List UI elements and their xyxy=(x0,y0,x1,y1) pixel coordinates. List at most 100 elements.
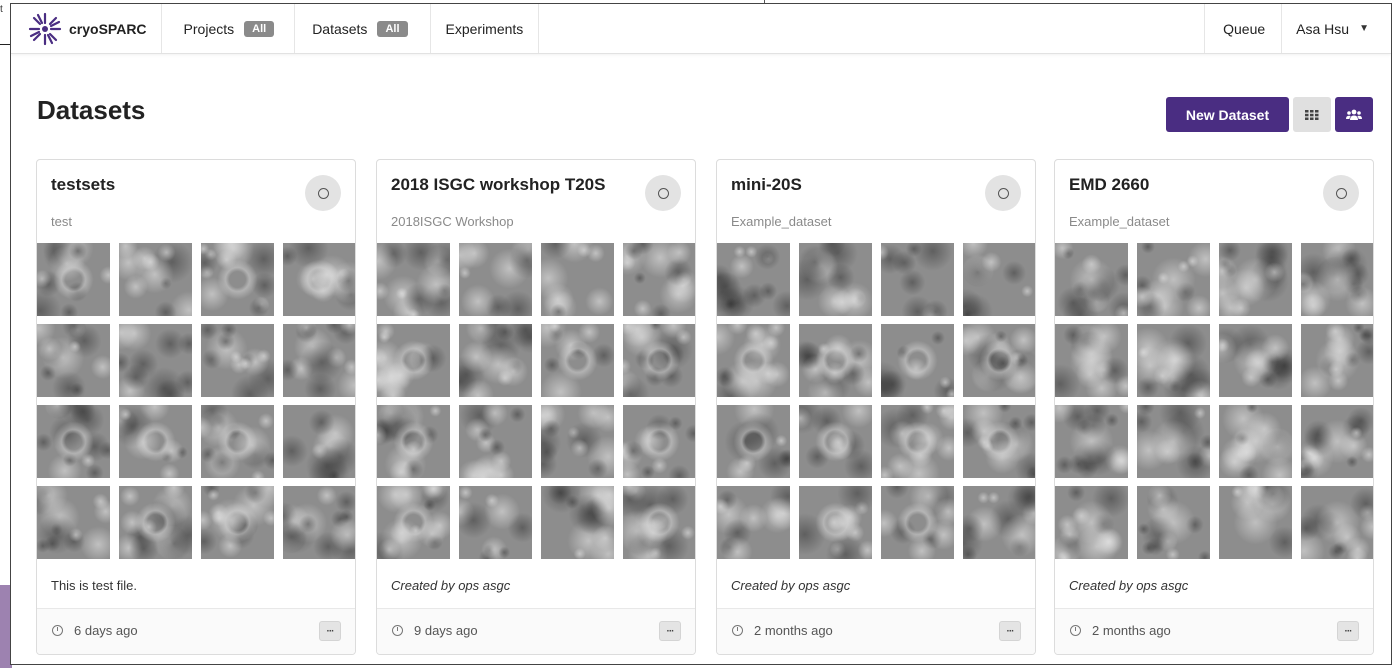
top-navbar: cryoSPARC Projects All Datasets All Expe… xyxy=(11,4,1391,54)
particle-thumbnail-image xyxy=(963,324,1035,397)
particle-thumbnail-image xyxy=(963,405,1035,478)
particle-thumbnail-image xyxy=(119,324,192,397)
particle-thumbnail-image xyxy=(541,324,614,397)
particle-thumbnail-image xyxy=(201,243,274,316)
particle-thumbnails xyxy=(377,243,695,561)
particle-thumbnail-image xyxy=(1055,486,1128,559)
card-subtitle: test xyxy=(51,214,72,229)
particle-thumbnail-image xyxy=(201,405,274,478)
particle-thumbnail-image xyxy=(1219,405,1292,478)
card-time: 6 days ago xyxy=(74,623,138,638)
datasets-all-badge[interactable]: All xyxy=(377,20,408,37)
particle-thumbnail-image xyxy=(119,486,192,559)
particle-thumbnail-image xyxy=(717,486,790,559)
particle-thumbnail-image xyxy=(1137,405,1210,478)
nav-queue-label: Queue xyxy=(1223,20,1266,37)
particle-thumbnail-image xyxy=(717,405,790,478)
grid-view-button[interactable] xyxy=(1293,97,1331,132)
particle-thumbnail-image xyxy=(1219,324,1292,397)
card-title[interactable]: 2018 ISGC workshop T20S xyxy=(391,175,605,195)
card-description: This is test file. xyxy=(51,578,137,593)
particle-thumbnail-image xyxy=(799,486,872,559)
particle-thumbnail-image xyxy=(1055,243,1128,316)
circle-icon xyxy=(657,187,669,199)
status-button[interactable] xyxy=(645,175,681,211)
clock-icon xyxy=(732,625,743,636)
particle-thumbnail-image xyxy=(459,324,532,397)
projects-all-badge[interactable]: All xyxy=(244,20,275,37)
status-button[interactable] xyxy=(985,175,1021,211)
particle-thumbnail-image xyxy=(541,486,614,559)
particle-thumbnail-image xyxy=(459,486,532,559)
card-title[interactable]: EMD 2660 xyxy=(1069,175,1149,195)
particle-thumbnails xyxy=(1055,243,1373,561)
particle-thumbnail-image xyxy=(881,405,954,478)
card-time: 2 months ago xyxy=(754,623,833,638)
particle-thumbnail-image xyxy=(459,243,532,316)
nav-datasets[interactable]: Datasets All xyxy=(295,4,431,53)
particle-thumbnail-image xyxy=(1055,405,1128,478)
group-view-button[interactable] xyxy=(1335,97,1373,132)
particle-thumbnail-image xyxy=(377,486,450,559)
particle-thumbnail-image xyxy=(717,324,790,397)
particle-thumbnail-image xyxy=(201,324,274,397)
status-button[interactable] xyxy=(305,175,341,211)
card-title[interactable]: mini-20S xyxy=(731,175,802,195)
particle-thumbnail-image xyxy=(799,405,872,478)
nav-projects-label: Projects xyxy=(183,20,235,37)
nav-experiments[interactable]: Experiments xyxy=(431,4,540,53)
clock-icon xyxy=(1070,625,1081,636)
particle-thumbnail-image xyxy=(283,405,355,478)
particle-thumbnail-image xyxy=(541,405,614,478)
card-description: Created by ops asgc xyxy=(391,578,511,593)
particle-thumbnail-image xyxy=(623,243,695,316)
particle-thumbnail-image xyxy=(37,324,110,397)
more-options-button[interactable]: ··· xyxy=(999,621,1021,641)
brand-link[interactable]: cryoSPARC xyxy=(11,4,162,53)
particle-thumbnail-image xyxy=(963,243,1035,316)
card-footer: 2 months ago ··· xyxy=(1055,608,1373,654)
more-options-button[interactable]: ··· xyxy=(659,621,681,641)
circle-icon xyxy=(1335,187,1347,199)
brand-name: cryoSPARC xyxy=(69,20,147,37)
circle-icon xyxy=(317,187,329,199)
circle-icon xyxy=(997,187,1009,199)
particle-thumbnails xyxy=(37,243,355,561)
particle-thumbnail-image xyxy=(963,486,1035,559)
particle-thumbnail-image xyxy=(37,243,110,316)
nav-experiments-label: Experiments xyxy=(445,20,524,37)
particle-thumbnails xyxy=(717,243,1035,561)
app-window: cryoSPARC Projects All Datasets All Expe… xyxy=(10,3,1392,665)
card-time: 2 months ago xyxy=(1092,623,1171,638)
more-options-button[interactable]: ··· xyxy=(319,621,341,641)
user-menu[interactable]: Asa Hsu ▼ xyxy=(1281,4,1391,53)
particle-thumbnail-image xyxy=(717,243,790,316)
nav-queue[interactable]: Queue xyxy=(1204,4,1281,53)
dataset-card[interactable]: mini-20S Example_dataset Created by ops … xyxy=(716,159,1036,655)
users-icon xyxy=(1346,109,1362,120)
particle-thumbnail-image xyxy=(881,324,954,397)
new-dataset-button[interactable]: New Dataset xyxy=(1166,97,1289,132)
particle-thumbnail-image xyxy=(541,243,614,316)
particle-thumbnail-image xyxy=(1219,243,1292,316)
card-subtitle: Example_dataset xyxy=(1069,214,1170,229)
particle-thumbnail-image xyxy=(799,243,872,316)
status-button[interactable] xyxy=(1323,175,1359,211)
particle-thumbnail-image xyxy=(623,405,695,478)
card-title[interactable]: testsets xyxy=(51,175,115,195)
more-options-button[interactable]: ··· xyxy=(1337,621,1359,641)
dataset-card[interactable]: 2018 ISGC workshop T20S 2018ISGC Worksho… xyxy=(376,159,696,655)
particle-thumbnail-image xyxy=(1137,486,1210,559)
particle-thumbnail-image xyxy=(1301,405,1373,478)
chevron-down-icon: ▼ xyxy=(1359,23,1369,34)
particle-thumbnail-image xyxy=(119,405,192,478)
particle-thumbnail-image xyxy=(377,324,450,397)
particle-thumbnail-image xyxy=(37,405,110,478)
dataset-card[interactable]: testsets test This is test file. 6 days … xyxy=(36,159,356,655)
dataset-card[interactable]: EMD 2660 Example_dataset Created by ops … xyxy=(1054,159,1374,655)
particle-thumbnail-image xyxy=(623,324,695,397)
nav-projects[interactable]: Projects All xyxy=(162,4,296,53)
particle-thumbnail-image xyxy=(119,243,192,316)
particle-thumbnail-image xyxy=(377,243,450,316)
